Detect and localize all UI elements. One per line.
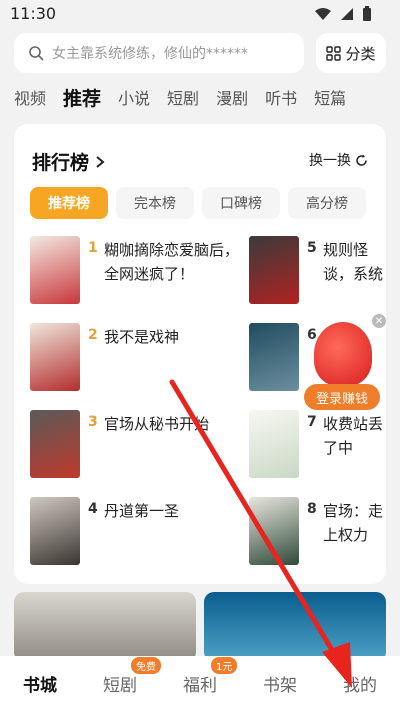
book-cover	[30, 236, 80, 304]
tab-recommend[interactable]: 推荐	[63, 86, 101, 114]
rank-number: 4	[88, 501, 98, 517]
red-envelope-icon	[314, 322, 372, 386]
book-title: 糊咖摘除恋爱脑后，全网迷疯了！	[104, 241, 240, 283]
tab-novel[interactable]: 小说	[118, 86, 150, 114]
ranking-title[interactable]: 排行榜	[32, 148, 105, 175]
search-input[interactable]: 女主靠系统修练，修仙的******	[14, 33, 304, 73]
banner-right[interactable]	[204, 592, 386, 662]
ranking-chips: 推荐榜 完本榜 口碑榜 高分榜	[30, 187, 366, 219]
search-row: 女主靠系统修练，修仙的****** 分类	[14, 33, 386, 73]
book-cover	[30, 410, 80, 478]
chip-recommend[interactable]: 推荐榜	[30, 187, 108, 219]
chip-reputation[interactable]: 口碑榜	[202, 187, 280, 219]
book-title: 规则怪谈，系统	[323, 241, 384, 283]
nav-welfare[interactable]: 福利 1元	[165, 656, 238, 696]
tab-short-story[interactable]: 短篇	[314, 86, 346, 114]
rank-number: 5	[307, 240, 317, 256]
banner-left[interactable]	[14, 592, 196, 662]
system-icons	[314, 6, 372, 22]
search-placeholder: 女主靠系统修练，修仙的******	[52, 46, 248, 62]
nav-label: 我的	[343, 675, 377, 696]
status-time: 11:30	[10, 4, 57, 23]
book-cover	[249, 236, 299, 304]
chip-completed[interactable]: 完本榜	[116, 187, 194, 219]
book-title: 丹道第一圣	[104, 502, 180, 520]
category-label: 分类	[345, 44, 376, 63]
list-item[interactable]: 4 丹道第一圣	[30, 497, 240, 567]
book-title: 官场：走上权力	[323, 502, 384, 544]
book-title: 我不是戏神	[104, 328, 180, 346]
rank-number: 8	[307, 501, 317, 517]
refresh-icon	[356, 154, 367, 166]
promo-widget[interactable]: 登录赚钱	[300, 318, 384, 410]
status-bar: 11:30	[0, 0, 400, 28]
category-button[interactable]: 分类	[316, 33, 386, 73]
nav-short-drama[interactable]: 短剧 免费	[85, 656, 161, 696]
book-cover	[30, 497, 80, 565]
nav-bookstore[interactable]: 书城	[5, 671, 75, 696]
promo-label: 登录赚钱	[304, 384, 380, 410]
search-icon	[29, 46, 44, 61]
nav-label: 书架	[263, 675, 297, 696]
nav-label: 短剧	[103, 675, 137, 696]
content-tabs: 视频 推荐 小说 短剧 漫剧 听书 短篇	[14, 86, 400, 114]
rank-number: 3	[88, 414, 98, 430]
nav-badge: 1元	[211, 656, 238, 674]
rank-number: 7	[307, 414, 317, 430]
book-cover	[249, 497, 299, 565]
list-item[interactable]: 3 官场从秘书开始	[30, 410, 240, 480]
rank-number: 2	[88, 327, 98, 343]
nav-bookshelf[interactable]: 书架	[245, 671, 315, 696]
refresh-label: 换一换	[309, 153, 351, 169]
nav-label: 书城	[23, 675, 57, 696]
tab-video[interactable]: 视频	[14, 86, 46, 114]
chevron-right-icon	[96, 155, 105, 168]
wifi-icon	[315, 8, 331, 20]
book-cover	[249, 410, 299, 478]
rank-number: 1	[88, 240, 98, 256]
grid-icon	[326, 45, 342, 61]
bottom-nav: 书城 短剧 免费 福利 1元 书架 我的	[0, 656, 400, 710]
nav-label: 福利	[183, 675, 217, 696]
book-title: 收费站丢了中	[323, 415, 384, 457]
list-item[interactable]: 7 收费站丢了中	[249, 410, 386, 480]
tab-audiobook[interactable]: 听书	[265, 86, 297, 114]
ranking-title-text: 排行榜	[32, 152, 90, 174]
chip-high-score[interactable]: 高分榜	[288, 187, 366, 219]
book-title: 官场从秘书开始	[104, 415, 210, 433]
list-item[interactable]: 8 官场：走上权力	[249, 497, 386, 567]
book-cover	[30, 323, 80, 391]
list-item[interactable]: 5 规则怪谈，系统	[249, 236, 386, 306]
refresh-button[interactable]: 换一换	[309, 150, 368, 170]
tab-comic-drama[interactable]: 漫剧	[216, 86, 248, 114]
tab-short-drama[interactable]: 短剧	[167, 86, 199, 114]
battery-icon	[363, 6, 371, 21]
list-item[interactable]: 2 我不是戏神	[30, 323, 240, 393]
signal-icon	[341, 8, 353, 20]
book-cover	[249, 323, 299, 391]
nav-mine[interactable]: 我的	[325, 671, 395, 696]
list-item[interactable]: 1 糊咖摘除恋爱脑后，全网迷疯了！	[30, 236, 240, 306]
nav-badge: 免费	[131, 656, 161, 674]
